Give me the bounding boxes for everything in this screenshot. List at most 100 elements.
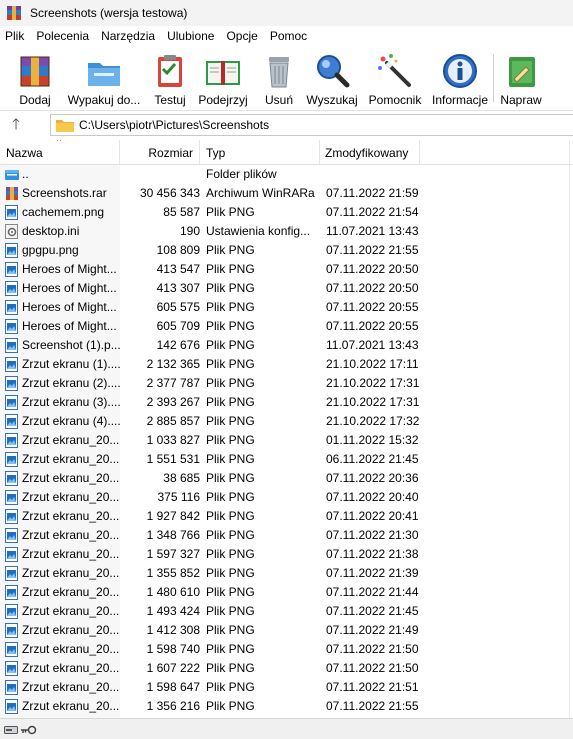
column-header-name[interactable]: ^ Nazwa	[0, 140, 120, 165]
file-row[interactable]: Screenshots.rar 30 456 343 Archiwum WinRAR…	[0, 184, 573, 203]
file-row[interactable]: Zrzut ekranu_20... 1 597 327 Plik PNG 07.11…	[0, 545, 573, 564]
file-modified: 07.11.2022 20:36	[326, 471, 419, 485]
file-size	[120, 165, 200, 184]
path-text: C:\Users\piotr\Pictures\Screenshots	[79, 118, 270, 132]
title-bar: Screenshots (wersja testowa)	[0, 0, 573, 26]
file-modified: 21.10.2022 17:31	[326, 395, 420, 409]
delete-icon	[259, 51, 299, 91]
column-header-modified[interactable]: Zmodyfikowany	[320, 140, 420, 165]
extract-button-label: Wypakuj do...	[67, 93, 141, 107]
file-row[interactable]: cachemem.png 85 587 Plik PNG 07.11.2022 21:…	[0, 203, 573, 222]
menu-favorites[interactable]: Ulubione	[161, 26, 220, 46]
file-row[interactable]: Zrzut ekranu_20... 1 493 424 Plik PNG 07.11…	[0, 602, 573, 621]
window-title: Screenshots (wersja testowa)	[30, 6, 188, 20]
file-row[interactable]: Zrzut ekranu_20... 1 356 216 Plik PNG 07.11…	[0, 697, 573, 716]
file-row[interactable]: Screenshot (1).p... 142 676 Plik PNG 11.07.…	[0, 336, 573, 355]
find-button[interactable]: Wyszukaj	[306, 46, 358, 110]
list-header: ^ Nazwa Rozmiar Typ Zmodyfikowany	[0, 140, 573, 165]
png-file-icon	[5, 452, 18, 467]
file-row[interactable]: Zrzut ekranu_20... 375 116 Plik PNG 07.11.2…	[0, 488, 573, 507]
file-name: Zrzut ekranu_20...	[22, 604, 120, 618]
file-row[interactable]: desktop.ini 190 Ustawienia konfig... 11.07.…	[0, 222, 573, 241]
file-size: 375 116	[157, 490, 201, 504]
file-name: Zrzut ekranu_20...	[22, 471, 120, 485]
sort-ascending-icon: ^	[57, 140, 62, 146]
wizard-button-label: Pomocnik	[368, 93, 422, 107]
file-name: Heroes of Might...	[22, 262, 117, 276]
info-button[interactable]: Informacje	[431, 46, 489, 110]
menu-tools[interactable]: Narzędzia	[95, 26, 161, 46]
repair-button[interactable]: Napraw	[499, 46, 543, 110]
file-name: Zrzut ekranu_20...	[22, 452, 120, 466]
file-row[interactable]: Zrzut ekranu_20... 38 685 Plik PNG 07.11.20…	[0, 469, 573, 488]
file-name: desktop.ini	[22, 224, 80, 238]
file-type: Plik PNG	[206, 680, 255, 694]
info-button-label: Informacje	[431, 93, 489, 107]
menu-commands[interactable]: Polecenia	[30, 26, 95, 46]
extract-button[interactable]: Wypakuj do...	[66, 46, 142, 110]
wizard-button[interactable]: Pomocnik	[367, 46, 423, 110]
repair-button-label: Napraw	[500, 93, 542, 107]
file-row[interactable]: Zrzut ekranu_20... 1 355 852 Plik PNG 07.11…	[0, 564, 573, 583]
menu-file[interactable]: Plik	[0, 26, 30, 46]
file-row[interactable]: .. Folder plików	[0, 165, 573, 184]
file-row[interactable]: Zrzut ekranu_20... 1 598 740 Plik PNG 07.11…	[0, 640, 573, 659]
file-name: Heroes of Might...	[22, 319, 117, 333]
png-file-icon	[5, 699, 18, 714]
file-row[interactable]: Heroes of Might... 413 547 Plik PNG 07.11.2…	[0, 260, 573, 279]
file-size: 1 480 610	[146, 585, 200, 599]
file-name: Zrzut ekranu_20...	[22, 433, 120, 447]
file-row[interactable]: Zrzut ekranu_20... 1 348 766 Plik PNG 07.11…	[0, 526, 573, 545]
menu-help[interactable]: Pomoc	[264, 26, 313, 46]
file-type: Plik PNG	[206, 281, 255, 295]
file-row[interactable]: Zrzut ekranu (1).... 2 132 365 Plik PNG 21.…	[0, 355, 573, 374]
file-name: Zrzut ekranu_20...	[22, 642, 120, 656]
column-header-size[interactable]: Rozmiar	[120, 140, 200, 165]
file-name: cachemem.png	[22, 205, 105, 219]
file-row[interactable]: gpgpu.png 108 809 Plik PNG 07.11.2022 21:55	[0, 241, 573, 260]
file-size: 605 709	[156, 319, 200, 333]
file-row[interactable]: Zrzut ekranu (2).... 2 377 787 Plik PNG 21.…	[0, 374, 573, 393]
file-row[interactable]: Zrzut ekranu_20... 1 551 531 Plik PNG 06.11…	[0, 450, 573, 469]
file-type: Plik PNG	[206, 471, 255, 485]
file-type: Plik PNG	[206, 604, 255, 618]
file-name: Zrzut ekranu_20...	[22, 490, 120, 504]
file-row[interactable]: Heroes of Might... 605 575 Plik PNG 07.11.2…	[0, 298, 573, 317]
path-field[interactable]: C:\Users\piotr\Pictures\Screenshots	[50, 114, 573, 136]
file-type: Plik PNG	[206, 699, 255, 713]
file-name: gpgpu.png	[22, 243, 79, 257]
delete-button[interactable]: Usuń	[262, 46, 296, 110]
file-row[interactable]: Zrzut ekranu (3).... 2 393 267 Plik PNG 21.…	[0, 393, 573, 412]
file-row[interactable]: Zrzut ekranu_20... 1 033 827 Plik PNG 01.11…	[0, 431, 573, 450]
file-row[interactable]: Heroes of Might... 413 307 Plik PNG 07.11.2…	[0, 279, 573, 298]
menu-options[interactable]: Opcje	[220, 26, 263, 46]
find-button-label: Wyszukaj	[306, 93, 358, 107]
file-name: ..	[22, 167, 29, 181]
file-row[interactable]: Zrzut ekranu_20... 1 480 610 Plik PNG 07.11…	[0, 583, 573, 602]
file-modified: 07.11.2022 20:55	[326, 300, 419, 314]
png-file-icon	[5, 642, 18, 657]
file-row[interactable]: Zrzut ekranu_20... 1 412 308 Plik PNG 07.11…	[0, 621, 573, 640]
column-header-type[interactable]: Typ	[200, 140, 320, 165]
png-file-icon	[5, 661, 18, 676]
file-type: Plik PNG	[206, 452, 255, 466]
file-row[interactable]: Zrzut ekranu_20... 1 598 647 Plik PNG 07.11…	[0, 678, 573, 697]
file-row[interactable]: Heroes of Might... 605 709 Plik PNG 07.11.2…	[0, 317, 573, 336]
test-button[interactable]: Testuj	[152, 46, 188, 110]
up-arrow-icon[interactable]: 🡑	[6, 116, 26, 134]
file-modified: 07.11.2022 21:49	[326, 623, 419, 637]
file-modified: 07.11.2022 20:40	[326, 490, 419, 504]
png-file-icon	[5, 547, 18, 562]
file-row[interactable]: Zrzut ekranu_20... 1 927 842 Plik PNG 07.11…	[0, 507, 573, 526]
file-size: 1 033 827	[146, 433, 200, 447]
ini-file-icon	[5, 224, 18, 239]
file-row[interactable]: Zrzut ekranu (4).... 2 885 857 Plik PNG 21.…	[0, 412, 573, 431]
add-button[interactable]: Dodaj	[14, 46, 56, 110]
file-modified: 07.11.2022 21:50	[326, 661, 419, 675]
file-row[interactable]: Zrzut ekranu_20... 1 607 222 Plik PNG 07.11…	[0, 659, 573, 678]
file-modified	[326, 165, 420, 184]
view-icon	[203, 51, 243, 91]
view-button[interactable]: Podejrzyj	[198, 46, 248, 110]
png-file-icon	[5, 680, 18, 695]
winrar-app-icon[interactable]	[6, 5, 22, 21]
